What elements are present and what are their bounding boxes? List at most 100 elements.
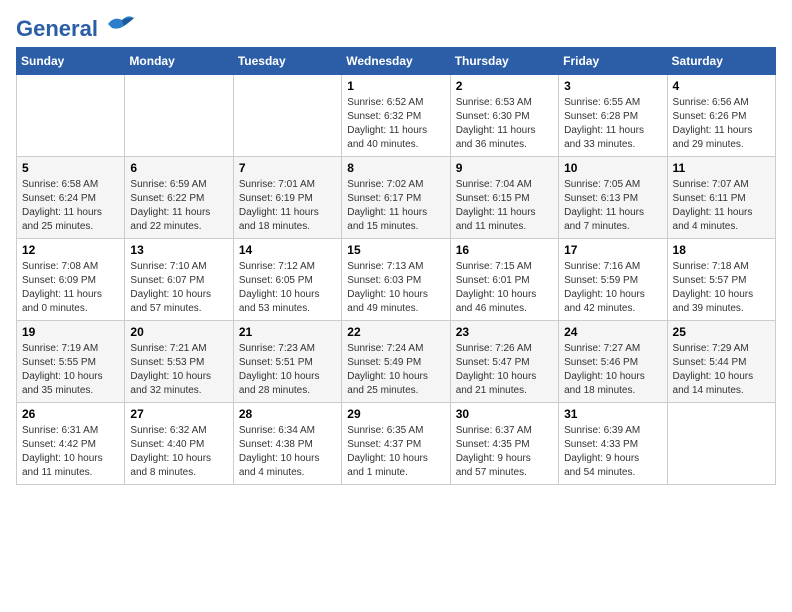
day-number: 1 xyxy=(347,79,444,93)
calendar-cell: 11 Sunrise: 7:07 AM Sunset: 6:11 PM Dayli… xyxy=(667,157,775,239)
calendar-cell: 31 Sunrise: 6:39 AM Sunset: 4:33 PM Dayli… xyxy=(559,403,667,485)
day-number: 6 xyxy=(130,161,227,175)
day-info: Sunrise: 7:19 AM Sunset: 5:55 PM Dayligh… xyxy=(22,342,119,398)
calendar-cell: 24Sunrise: 7:27 AM Sunset: 5:46 PM Dayli… xyxy=(559,321,667,403)
day-info: Sunrise: 7:18 AM Sunset: 5:57 PM Dayligh… xyxy=(673,260,770,316)
calendar-cell: 29 Sunrise: 6:35 AM Sunset: 4:37 PM Dayli… xyxy=(342,403,450,485)
day-info: Sunrise: 7:12 AM Sunset: 6:05 PM Dayligh… xyxy=(239,260,336,316)
day-number: 17 xyxy=(564,243,661,257)
calendar-cell: 18 Sunrise: 7:18 AM Sunset: 5:57 PM Dayli… xyxy=(667,239,775,321)
calendar-cell: 21Sunrise: 7:23 AM Sunset: 5:51 PM Dayli… xyxy=(233,321,341,403)
day-number: 20 xyxy=(130,325,227,339)
calendar-cell: 17 Sunrise: 7:16 AM Sunset: 5:59 PM Dayli… xyxy=(559,239,667,321)
day-info: Sunrise: 7:16 AM Sunset: 5:59 PM Dayligh… xyxy=(564,260,661,316)
day-number: 2 xyxy=(456,79,553,93)
calendar-cell: 9 Sunrise: 7:04 AM Sunset: 6:15 PM Daylig… xyxy=(450,157,558,239)
calendar-cell: 10Sunrise: 7:05 AM Sunset: 6:13 PM Dayli… xyxy=(559,157,667,239)
day-number: 16 xyxy=(456,243,553,257)
calendar-cell: 13 Sunrise: 7:10 AM Sunset: 6:07 PM Dayli… xyxy=(125,239,233,321)
day-info: Sunrise: 7:21 AM Sunset: 5:53 PM Dayligh… xyxy=(130,342,227,398)
calendar-cell: 28 Sunrise: 6:34 AM Sunset: 4:38 PM Dayli… xyxy=(233,403,341,485)
logo-general: General xyxy=(16,16,98,41)
weekday-header-row: SundayMondayTuesdayWednesdayThursdayFrid… xyxy=(17,48,776,75)
calendar-cell: 22 Sunrise: 7:24 AM Sunset: 5:49 PM Dayli… xyxy=(342,321,450,403)
calendar-cell: 25 Sunrise: 7:29 AM Sunset: 5:44 PM Dayli… xyxy=(667,321,775,403)
calendar-cell: 23 Sunrise: 7:26 AM Sunset: 5:47 PM Dayli… xyxy=(450,321,558,403)
day-info: Sunrise: 7:05 AM Sunset: 6:13 PM Dayligh… xyxy=(564,178,661,234)
day-number: 23 xyxy=(456,325,553,339)
day-number: 25 xyxy=(673,325,770,339)
day-number: 13 xyxy=(130,243,227,257)
day-info: Sunrise: 6:37 AM Sunset: 4:35 PM Dayligh… xyxy=(456,424,553,480)
day-number: 7 xyxy=(239,161,336,175)
day-number: 8 xyxy=(347,161,444,175)
calendar-cell: 20 Sunrise: 7:21 AM Sunset: 5:53 PM Dayli… xyxy=(125,321,233,403)
calendar-cell: 2 Sunrise: 6:53 AM Sunset: 6:30 PM Daylig… xyxy=(450,75,558,157)
day-info: Sunrise: 7:29 AM Sunset: 5:44 PM Dayligh… xyxy=(673,342,770,398)
day-info: Sunrise: 7:01 AM Sunset: 6:19 PM Dayligh… xyxy=(239,178,336,234)
day-info: Sunrise: 7:10 AM Sunset: 6:07 PM Dayligh… xyxy=(130,260,227,316)
day-number: 11 xyxy=(673,161,770,175)
calendar-week-row: 12Sunrise: 7:08 AM Sunset: 6:09 PM Dayli… xyxy=(17,239,776,321)
calendar-cell xyxy=(125,75,233,157)
calendar-cell: 15 Sunrise: 7:13 AM Sunset: 6:03 PM Dayli… xyxy=(342,239,450,321)
calendar-cell: 7 Sunrise: 7:01 AM Sunset: 6:19 PM Daylig… xyxy=(233,157,341,239)
calendar-cell: 3Sunrise: 6:55 AM Sunset: 6:28 PM Daylig… xyxy=(559,75,667,157)
calendar-header: SundayMondayTuesdayWednesdayThursdayFrid… xyxy=(17,48,776,75)
day-number: 19 xyxy=(22,325,119,339)
day-info: Sunrise: 6:39 AM Sunset: 4:33 PM Dayligh… xyxy=(564,424,661,480)
day-info: Sunrise: 7:24 AM Sunset: 5:49 PM Dayligh… xyxy=(347,342,444,398)
day-info: Sunrise: 6:35 AM Sunset: 4:37 PM Dayligh… xyxy=(347,424,444,480)
calendar-cell: 8 Sunrise: 7:02 AM Sunset: 6:17 PM Daylig… xyxy=(342,157,450,239)
weekday-header-saturday: Saturday xyxy=(667,48,775,75)
weekday-header-friday: Friday xyxy=(559,48,667,75)
day-info: Sunrise: 6:31 AM Sunset: 4:42 PM Dayligh… xyxy=(22,424,119,480)
day-number: 30 xyxy=(456,407,553,421)
calendar-cell: 1 Sunrise: 6:52 AM Sunset: 6:32 PM Daylig… xyxy=(342,75,450,157)
day-info: Sunrise: 7:15 AM Sunset: 6:01 PM Dayligh… xyxy=(456,260,553,316)
weekday-header-tuesday: Tuesday xyxy=(233,48,341,75)
day-number: 18 xyxy=(673,243,770,257)
calendar-cell: 30 Sunrise: 6:37 AM Sunset: 4:35 PM Dayli… xyxy=(450,403,558,485)
day-info: Sunrise: 7:26 AM Sunset: 5:47 PM Dayligh… xyxy=(456,342,553,398)
day-info: Sunrise: 7:04 AM Sunset: 6:15 PM Dayligh… xyxy=(456,178,553,234)
day-info: Sunrise: 6:59 AM Sunset: 6:22 PM Dayligh… xyxy=(130,178,227,234)
day-info: Sunrise: 6:53 AM Sunset: 6:30 PM Dayligh… xyxy=(456,96,553,152)
calendar-cell: 26 Sunrise: 6:31 AM Sunset: 4:42 PM Dayli… xyxy=(17,403,125,485)
calendar-cell xyxy=(667,403,775,485)
calendar-cell: 19 Sunrise: 7:19 AM Sunset: 5:55 PM Dayli… xyxy=(17,321,125,403)
page-header: General xyxy=(16,16,776,37)
logo-text: General xyxy=(16,16,136,41)
day-number: 12 xyxy=(22,243,119,257)
day-info: Sunrise: 7:07 AM Sunset: 6:11 PM Dayligh… xyxy=(673,178,770,234)
logo-bird-icon xyxy=(106,12,136,36)
day-info: Sunrise: 6:34 AM Sunset: 4:38 PM Dayligh… xyxy=(239,424,336,480)
weekday-header-sunday: Sunday xyxy=(17,48,125,75)
calendar-body: 1 Sunrise: 6:52 AM Sunset: 6:32 PM Daylig… xyxy=(17,75,776,485)
day-number: 29 xyxy=(347,407,444,421)
day-number: 21 xyxy=(239,325,336,339)
day-number: 9 xyxy=(456,161,553,175)
weekday-header-wednesday: Wednesday xyxy=(342,48,450,75)
calendar-week-row: 5Sunrise: 6:58 AM Sunset: 6:24 PM Daylig… xyxy=(17,157,776,239)
calendar-cell: 12Sunrise: 7:08 AM Sunset: 6:09 PM Dayli… xyxy=(17,239,125,321)
day-info: Sunrise: 6:55 AM Sunset: 6:28 PM Dayligh… xyxy=(564,96,661,152)
day-number: 31 xyxy=(564,407,661,421)
calendar-cell xyxy=(17,75,125,157)
day-info: Sunrise: 7:02 AM Sunset: 6:17 PM Dayligh… xyxy=(347,178,444,234)
day-info: Sunrise: 6:58 AM Sunset: 6:24 PM Dayligh… xyxy=(22,178,119,234)
calendar-cell: 27Sunrise: 6:32 AM Sunset: 4:40 PM Dayli… xyxy=(125,403,233,485)
day-number: 22 xyxy=(347,325,444,339)
calendar-week-row: 1 Sunrise: 6:52 AM Sunset: 6:32 PM Daylig… xyxy=(17,75,776,157)
day-number: 26 xyxy=(22,407,119,421)
day-number: 14 xyxy=(239,243,336,257)
weekday-header-monday: Monday xyxy=(125,48,233,75)
day-info: Sunrise: 6:52 AM Sunset: 6:32 PM Dayligh… xyxy=(347,96,444,152)
day-info: Sunrise: 7:13 AM Sunset: 6:03 PM Dayligh… xyxy=(347,260,444,316)
day-number: 28 xyxy=(239,407,336,421)
day-number: 24 xyxy=(564,325,661,339)
day-number: 4 xyxy=(673,79,770,93)
day-number: 15 xyxy=(347,243,444,257)
calendar-cell: 14 Sunrise: 7:12 AM Sunset: 6:05 PM Dayli… xyxy=(233,239,341,321)
day-info: Sunrise: 6:56 AM Sunset: 6:26 PM Dayligh… xyxy=(673,96,770,152)
